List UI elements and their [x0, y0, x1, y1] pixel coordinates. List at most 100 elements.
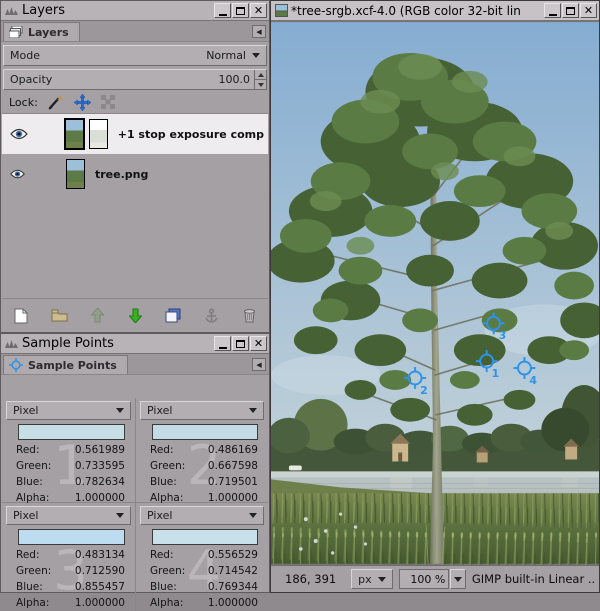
chevron-down-icon: [378, 577, 386, 582]
layers-toolbar: [2, 300, 268, 331]
layer-thumbnail[interactable]: [66, 159, 85, 189]
close-button[interactable]: ✕: [250, 3, 267, 18]
image-statusbar: 186, 391 px 100 % GIMP built-in Linear .…: [271, 565, 599, 592]
green-label: Green:: [150, 460, 185, 472]
sample-points-tabrow: Sample Points ◀: [1, 354, 269, 375]
sample-points-window: Sample Points ✕ Sample Points ◀ Pixel 1: [0, 333, 270, 593]
chevron-down-icon: [454, 577, 462, 582]
chevron-down-icon: [249, 513, 257, 518]
image-canvas[interactable]: 1 2 3 4: [271, 21, 599, 565]
opacity-label: Opacity: [10, 73, 52, 86]
image-window: *tree-srgb.xcf-4.0 (RGB color 32-bit lin…: [270, 0, 600, 593]
sample-points-titlebar[interactable]: Sample Points ✕: [1, 334, 269, 354]
blue-label: Blue:: [150, 581, 177, 593]
minimize-button[interactable]: [544, 3, 561, 18]
red-value: 0.486169: [208, 444, 258, 456]
close-button[interactable]: ✕: [250, 336, 267, 351]
value-mode-dropdown[interactable]: Pixel: [140, 401, 264, 420]
opacity-value: 100.0: [219, 73, 251, 86]
dock-icon: [5, 339, 18, 348]
value-mode-dropdown[interactable]: Pixel: [140, 506, 264, 525]
sample-point-2: Pixel 2 Red:0.486169 Green:0.667598 Blue…: [135, 398, 268, 502]
layers-tabrow: Layers ◀: [1, 21, 269, 42]
raise-layer-button[interactable]: [86, 305, 108, 327]
delete-layer-button[interactable]: [238, 305, 260, 327]
alpha-label: Alpha:: [16, 597, 49, 609]
svg-text:3: 3: [499, 329, 507, 342]
layers-icon: [9, 26, 23, 38]
zoom-input[interactable]: 100 %: [399, 569, 450, 589]
visibility-eye-icon[interactable]: [10, 128, 28, 140]
layer-mode-dropdown[interactable]: Mode Normal: [3, 45, 267, 66]
lock-position-icon[interactable]: [74, 94, 91, 111]
layer-thumbnail[interactable]: [65, 119, 84, 149]
red-value: 0.483134: [75, 549, 125, 561]
alpha-value: 1.000000: [208, 597, 258, 609]
red-label: Red:: [150, 444, 174, 456]
new-layer-button[interactable]: [10, 305, 32, 327]
layer-name[interactable]: tree.png: [95, 168, 148, 181]
maximize-button[interactable]: [562, 3, 579, 18]
layer-mask-thumbnail[interactable]: [89, 119, 108, 149]
sample-point-3: Pixel 3 Red:0.483134 Green:0.712590 Blue…: [2, 502, 135, 611]
lock-label: Lock:: [9, 96, 38, 109]
green-label: Green:: [150, 565, 185, 577]
tab-sample-points[interactable]: Sample Points: [3, 355, 128, 374]
tree-photo-canvas[interactable]: 1 2 3 4: [271, 21, 599, 565]
sample-point-icon: [9, 358, 23, 372]
svg-text:4: 4: [529, 374, 537, 387]
red-label: Red:: [16, 444, 40, 456]
layers-titlebar[interactable]: Layers ✕: [1, 1, 269, 21]
maximize-button[interactable]: [232, 3, 249, 18]
zoom-dropdown-button[interactable]: [450, 569, 466, 589]
green-value: 0.733595: [75, 460, 125, 472]
tab-menu-button[interactable]: ◀: [252, 358, 266, 371]
layer-row-tree[interactable]: tree.png: [2, 154, 268, 194]
window-title: Layers: [22, 3, 214, 18]
minimize-button[interactable]: [214, 336, 231, 351]
layer-row-exposure[interactable]: +1 stop exposure comp: [2, 114, 268, 154]
tab-layers[interactable]: Layers: [3, 22, 80, 41]
green-value: 0.714542: [208, 565, 258, 577]
lock-alpha-icon[interactable]: [101, 95, 115, 109]
red-value: 0.556529: [208, 549, 258, 561]
new-group-button[interactable]: [48, 305, 70, 327]
alpha-value: 1.000000: [75, 492, 125, 504]
minimize-button[interactable]: [214, 3, 231, 18]
alpha-label: Alpha:: [150, 597, 183, 609]
close-button[interactable]: ✕: [580, 3, 597, 18]
tab-label: Layers: [28, 26, 69, 39]
window-title: *tree-srgb.xcf-4.0 (RGB color 32-bit lin: [291, 4, 544, 18]
lock-pixels-icon[interactable]: [48, 95, 64, 110]
layer-list: +1 stop exposure comp tree.png: [2, 113, 268, 299]
svg-text:1: 1: [492, 367, 500, 380]
opacity-spinner[interactable]: [254, 70, 266, 89]
green-label: Green:: [16, 565, 51, 577]
alpha-value: 1.000000: [208, 492, 258, 504]
status-message: GIMP built-in Linear ...: [472, 572, 595, 586]
value-mode-dropdown[interactable]: Pixel: [6, 401, 131, 420]
green-label: Green:: [16, 460, 51, 472]
layer-opacity-slider[interactable]: Opacity 100.0: [3, 69, 267, 90]
lower-layer-button[interactable]: [124, 305, 146, 327]
alpha-label: Alpha:: [16, 492, 49, 504]
blue-value: 0.782634: [75, 476, 125, 488]
unit-value: px: [358, 573, 372, 586]
visibility-eye-icon[interactable]: [10, 169, 25, 179]
duplicate-layer-button[interactable]: [162, 305, 184, 327]
tab-label: Sample Points: [28, 359, 117, 372]
red-label: Red:: [150, 549, 174, 561]
window-title: Sample Points: [22, 336, 214, 351]
layer-name[interactable]: +1 stop exposure comp: [118, 128, 264, 141]
maximize-button[interactable]: [232, 336, 249, 351]
mode-value: Pixel: [147, 404, 172, 417]
image-titlebar[interactable]: *tree-srgb.xcf-4.0 (RGB color 32-bit lin…: [271, 1, 599, 21]
tab-menu-button[interactable]: ◀: [252, 25, 266, 38]
blue-value: 0.719501: [208, 476, 258, 488]
blue-label: Blue:: [16, 476, 43, 488]
unit-dropdown[interactable]: px: [351, 569, 393, 589]
red-value: 0.561989: [75, 444, 125, 456]
anchor-layer-button[interactable]: [200, 305, 222, 327]
value-mode-dropdown[interactable]: Pixel: [6, 506, 131, 525]
zoom-value: 100 %: [410, 573, 445, 586]
